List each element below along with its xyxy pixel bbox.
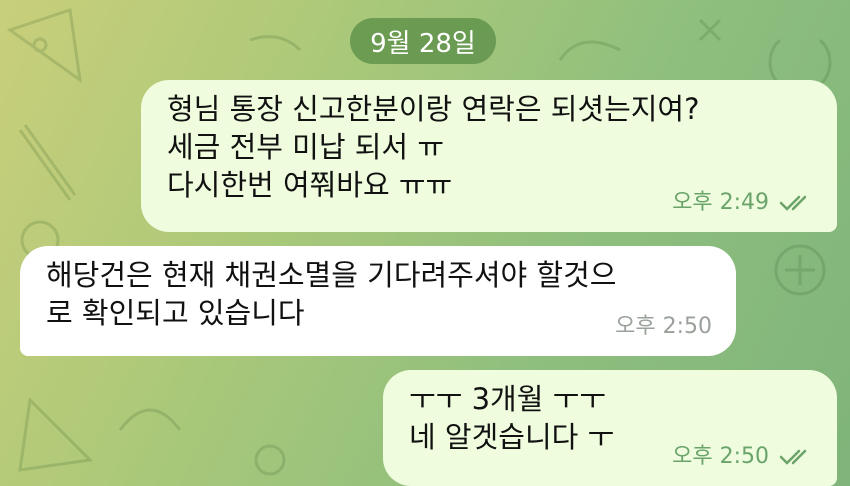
date-separator: 9월 28일 [350, 18, 496, 64]
message-meta: 오후 2:49 [672, 184, 813, 222]
message-meta: 오후 2:50 [615, 308, 712, 346]
message-time: 오후 2:50 [615, 314, 712, 339]
message-text-line: 형님 통장 신고한분이랑 연락은 되셧는지여? [167, 92, 700, 126]
outgoing-message-bubble[interactable]: ㅜㅜ 3개월 ㅜㅜ 네 알겟습니다 ㅜ 오후 2:50 [383, 370, 837, 486]
message-time: 오후 2:49 [672, 190, 769, 215]
double-check-read-icon [779, 195, 807, 211]
double-check-read-icon [779, 449, 807, 465]
message-text-line: 해당건은 현재 채권소멸을 기다려주셔야 할것으 [46, 258, 617, 292]
incoming-message-bubble[interactable]: 해당건은 현재 채권소멸을 기다려주셔야 할것으 로 확인되고 있습니다 오후 … [20, 246, 736, 356]
outgoing-message-bubble[interactable]: 형님 통장 신고한분이랑 연락은 되셧는지여? 세금 전부 미납 되서 ㅠ 다시… [141, 80, 837, 232]
message-time: 오후 2:50 [672, 444, 769, 469]
message-text-line: ㅜㅜ 3개월 ㅜㅜ [409, 382, 606, 416]
message-meta: 오후 2:50 [672, 438, 813, 476]
message-text-line: 세금 전부 미납 되서 ㅠ [167, 130, 444, 164]
